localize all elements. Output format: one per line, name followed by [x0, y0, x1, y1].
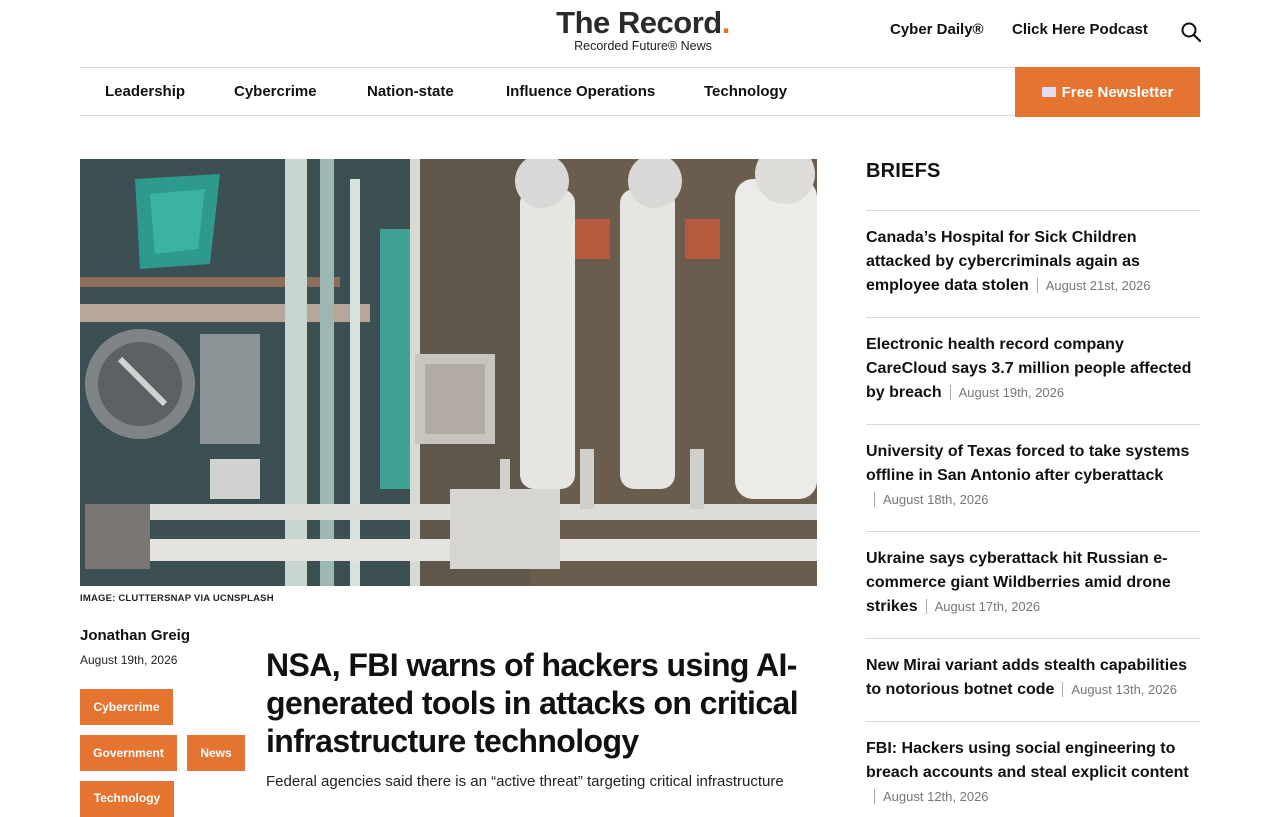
briefs-divider [866, 210, 1200, 211]
nav-item-cybercrime[interactable]: Cybercrime [234, 83, 317, 100]
click-here-podcast-link[interactable]: Click Here Podcast [1012, 21, 1148, 38]
mail-icon [1041, 87, 1056, 97]
brief-divider [866, 424, 1200, 425]
brief-item[interactable]: Canada’s Hospital for Sick Children atta… [866, 226, 1200, 298]
nav-item-leadership[interactable]: Leadership [105, 83, 185, 100]
article-lede: Federal agencies said there is an “activ… [266, 773, 784, 790]
brief-date: August 12th, 2026 [874, 789, 989, 804]
brief-date: August 21st, 2026 [1036, 278, 1151, 293]
brief-date: August 19th, 2026 [949, 385, 1065, 400]
brief-item[interactable]: University of Texas forced to take syste… [866, 440, 1200, 512]
brief-divider [866, 531, 1200, 532]
cyber-daily-link[interactable]: Cyber Daily® [890, 21, 984, 38]
newsletter-label: Free Newsletter [1061, 83, 1174, 101]
brief-title[interactable]: University of Texas forced to take syste… [866, 443, 1189, 484]
logo-subtitle: Recorded Future® News [574, 39, 712, 53]
main-nav: Leadership Cybercrime Nation-state Influ… [80, 67, 1200, 117]
nav-item-technology[interactable]: Technology [704, 83, 787, 100]
brief-divider [866, 317, 1200, 318]
brief-item[interactable]: Electronic health record company CareClo… [866, 333, 1200, 405]
brief-date: August 18th, 2026 [874, 492, 989, 507]
brief-item[interactable]: New Mirai variant adds stealth capabilit… [866, 654, 1200, 702]
article-hero-image[interactable] [80, 159, 817, 586]
brief-date: August 17th, 2026 [925, 599, 1041, 614]
brief-date: August 13th, 2026 [1062, 682, 1177, 697]
tag-government[interactable]: Government [80, 735, 177, 771]
brief-item[interactable]: Ukraine says cyberattack hit Russian e-c… [866, 547, 1200, 619]
tag-cybercrime[interactable]: Cybercrime [80, 689, 173, 725]
newsletter-button[interactable]: Free Newsletter [1015, 67, 1200, 117]
nav-item-nation-state[interactable]: Nation-state [367, 83, 454, 100]
briefs-heading: BRIEFS [866, 160, 941, 182]
search-icon[interactable] [1180, 21, 1202, 43]
brief-divider [866, 721, 1200, 722]
article-headline[interactable]: NSA, FBI warns of hackers using AI-gener… [266, 646, 826, 760]
industrial-rooftop-illustration [80, 159, 817, 586]
article-author[interactable]: Jonathan Greig [80, 627, 190, 644]
logo-title: The Record. [556, 5, 730, 40]
brief-divider [866, 638, 1200, 639]
site-logo[interactable]: The Record. Recorded Future® News [553, 5, 733, 54]
image-credit: IMAGE: CLUTTERSNAP VIA UCNSPLASH [80, 593, 274, 604]
tag-technology[interactable]: Technology [80, 781, 174, 817]
nav-item-influence-operations[interactable]: Influence Operations [506, 83, 655, 100]
article-date: August 19th, 2026 [80, 653, 178, 667]
tag-news[interactable]: News [187, 735, 245, 771]
brief-title[interactable]: FBI: Hackers using social engineering to… [866, 740, 1189, 781]
brief-item[interactable]: FBI: Hackers using social engineering to… [866, 737, 1200, 809]
